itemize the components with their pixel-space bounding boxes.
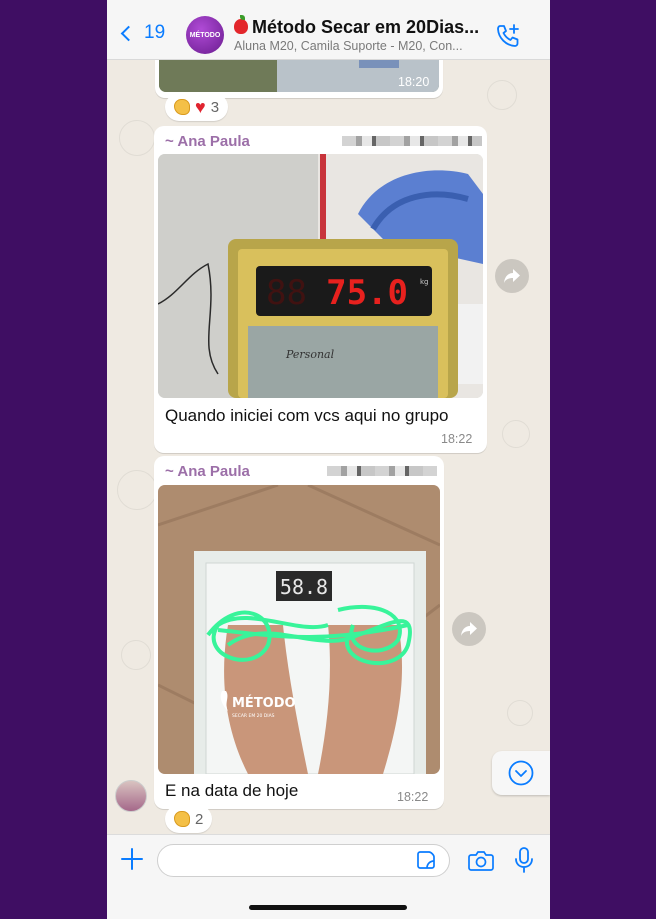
scale-unit: kg [420, 278, 429, 286]
unread-count: 19 [144, 22, 166, 43]
plus-icon[interactable] [121, 848, 143, 870]
message-caption: Quando iniciei com vcs aqui no grupo [165, 406, 449, 425]
forward-icon [504, 269, 520, 283]
scroll-to-bottom-button[interactable] [492, 751, 550, 795]
chevron-left-icon [120, 25, 137, 41]
microphone-icon[interactable] [513, 847, 535, 873]
watermark-logo: MÉTODO [232, 695, 296, 711]
redacted-phone [327, 466, 437, 476]
sender-avatar[interactable] [115, 780, 147, 812]
scale-brand: Personal [285, 348, 335, 361]
apple-emoji-icon [234, 15, 248, 34]
scale-display-reading: 75.0 [326, 273, 408, 313]
reaction-count: 3 [210, 98, 220, 116]
camera-icon[interactable] [468, 849, 494, 871]
chevron-down-circle-icon [508, 760, 534, 786]
reaction-count: 2 [195, 810, 204, 828]
chat-title[interactable]: Método Secar em 20Dias... [234, 15, 479, 38]
add-call-icon[interactable] [494, 22, 522, 50]
clap-emoji-icon [174, 99, 190, 115]
sender-name[interactable]: ~ Ana Paula [165, 133, 250, 150]
scale-photo: 75.0 88 kg Personal [158, 154, 483, 398]
message-input-bar [107, 834, 550, 919]
clap-emoji-icon [174, 811, 190, 827]
reaction-pill[interactable]: ♥ 3 [165, 93, 229, 121]
forward-button[interactable] [495, 259, 529, 293]
redacted-phone [342, 136, 482, 146]
message-time: 18:20 [398, 75, 430, 89]
message-photo[interactable]: 75.0 88 kg Personal [158, 154, 483, 398]
back-button[interactable]: 19 [119, 22, 165, 44]
message-bubble[interactable]: ~ Ana Paula 58.8 MÉTODO SECAR EM 20 DIAS… [154, 456, 444, 809]
message-input[interactable] [157, 844, 450, 877]
participants-list[interactable]: Aluna M20, Camila Suporte - M20, Con... [234, 39, 463, 53]
watermark-sub: SECAR EM 20 DIAS [232, 713, 275, 719]
group-avatar[interactable]: MÉTODO [186, 16, 224, 54]
message-photo[interactable]: 58.8 MÉTODO SECAR EM 20 DIAS [158, 485, 440, 774]
scale-display-reading: 58.8 [280, 575, 328, 599]
message-caption: E na data de hoje [165, 781, 299, 800]
message-time: 18:22 [441, 432, 473, 446]
forward-icon [461, 622, 477, 636]
scale-photo: 58.8 MÉTODO SECAR EM 20 DIAS [158, 485, 440, 774]
sender-name[interactable]: ~ Ana Paula [165, 463, 250, 480]
message-bubble[interactable]: ~ Ana Paula 75.0 88 kg Personal Quando i… [154, 126, 487, 453]
chat-header: 19 MÉTODO Método Secar em 20Dias... Alun… [107, 0, 550, 60]
sticker-icon[interactable] [416, 850, 436, 870]
phone-screen: 19 MÉTODO Método Secar em 20Dias... Alun… [107, 0, 550, 919]
heart-emoji-icon: ♥ [195, 97, 206, 117]
forward-button[interactable] [452, 612, 486, 646]
reaction-pill[interactable]: 2 [165, 805, 213, 833]
svg-text:88: 88 [266, 273, 307, 313]
home-indicator [249, 905, 407, 910]
message-time: 18:22 [397, 790, 429, 804]
